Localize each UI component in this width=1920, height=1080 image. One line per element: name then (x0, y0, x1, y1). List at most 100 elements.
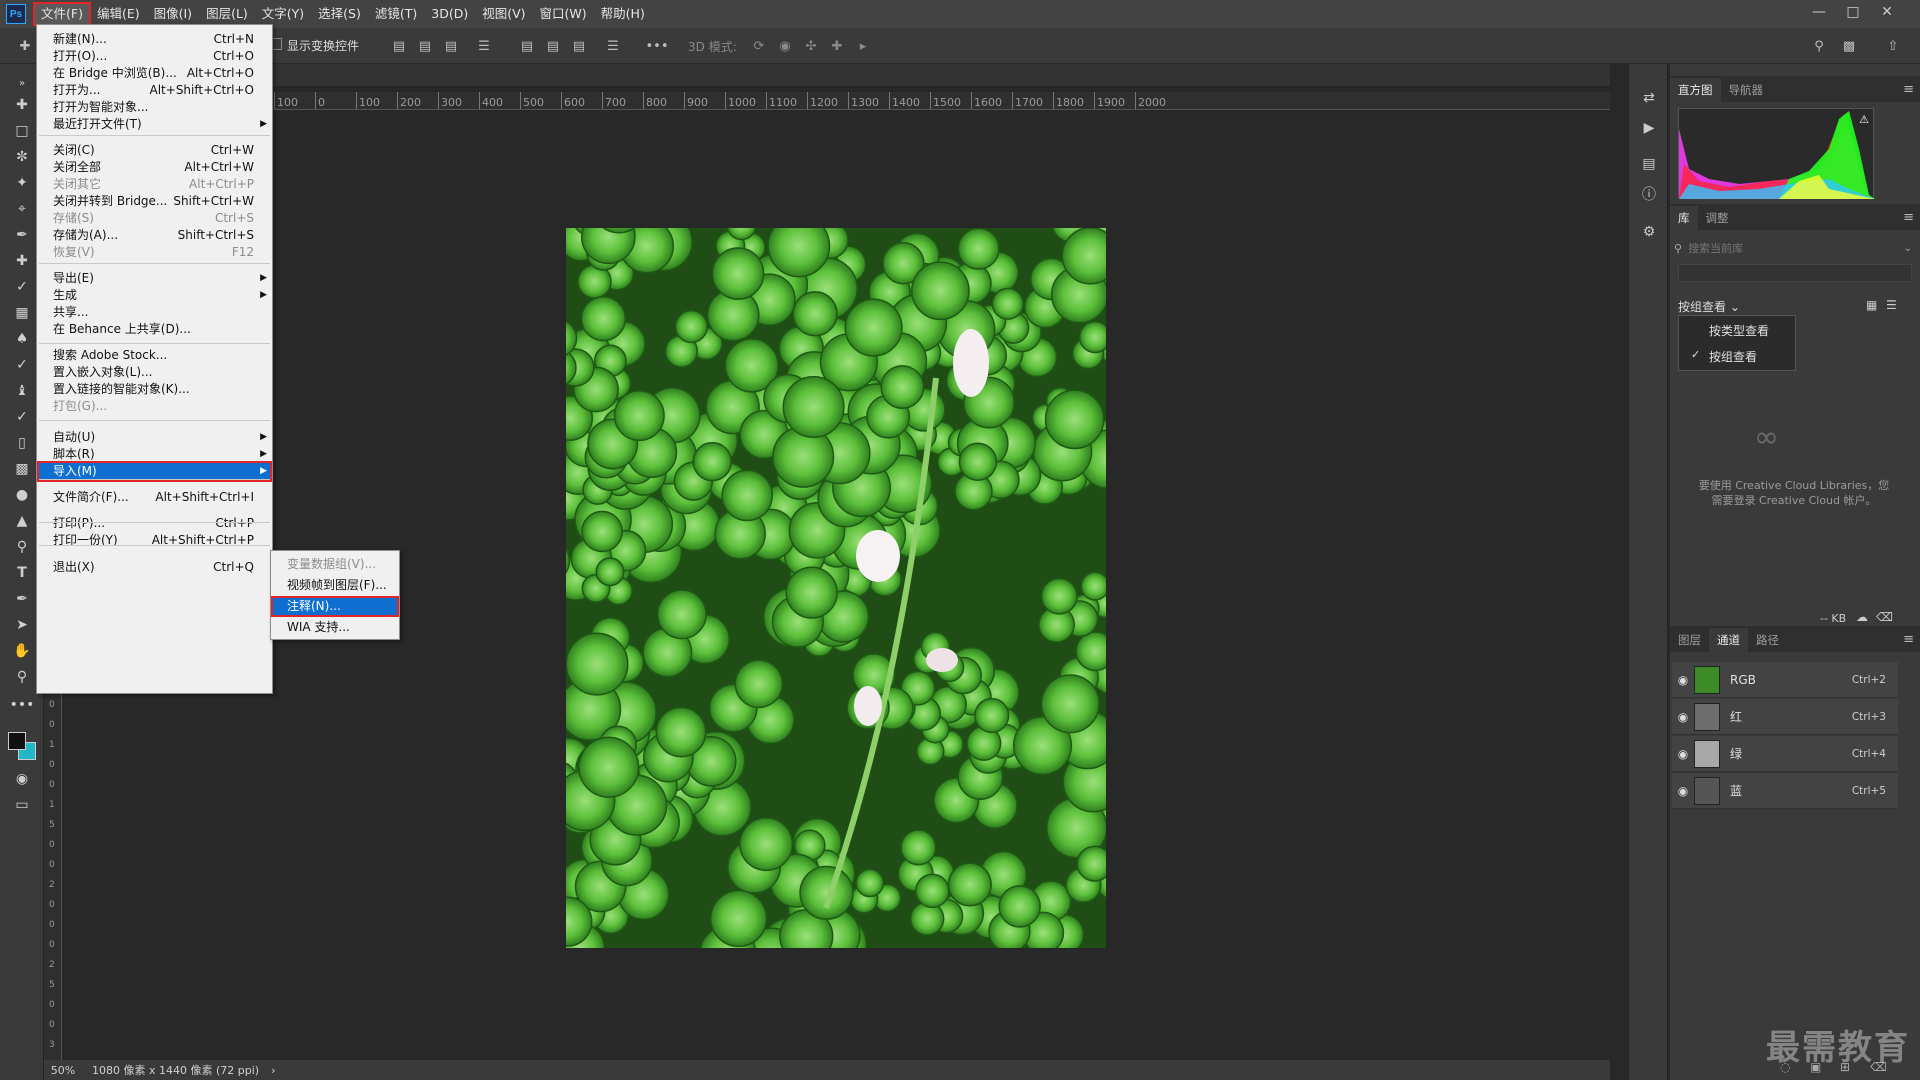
view-by-dropdown[interactable]: 按组查看 ⌄ (1678, 298, 1740, 315)
history-icon[interactable]: ⇄ (1639, 88, 1659, 108)
trash-icon[interactable]: ⌫ (1876, 610, 1893, 624)
library-menu-icon[interactable]: ≡ (1903, 210, 1914, 225)
library-search-input[interactable] (1688, 241, 1904, 255)
zoom-level[interactable]: 50% (44, 1064, 82, 1077)
cloud-sync-icon[interactable]: ☁ (1856, 610, 1868, 624)
gradient-tool-icon[interactable]: ▩ (11, 458, 33, 480)
view-option-by-type[interactable]: 按类型查看 (1709, 322, 1769, 339)
hand-tool-icon[interactable]: ✋ (11, 640, 33, 662)
channel-row-blue[interactable]: ◉ 蓝 Ctrl+5 (1672, 773, 1898, 809)
layers-menu-icon[interactable]: ≡ (1903, 632, 1914, 647)
channel-row-red[interactable]: ◉ 红 Ctrl+3 (1672, 699, 1898, 735)
visibility-eye-icon[interactable]: ◉ (1672, 747, 1694, 761)
move-tool-icon[interactable]: ✚ (16, 37, 34, 55)
visibility-eye-icon[interactable]: ◉ (1672, 784, 1694, 798)
distribute-vertical-icon[interactable]: ☰ (604, 37, 622, 55)
visibility-eye-icon[interactable]: ◉ (1672, 673, 1694, 687)
import-submenu-item[interactable]: WIA 支持... (271, 617, 399, 638)
frame-tool-icon[interactable]: ▦ (11, 302, 33, 324)
pen-tool-icon[interactable]: ✒ (11, 588, 33, 610)
align-middle-icon[interactable]: ▤ (544, 37, 562, 55)
tab-paths[interactable]: 路径 (1748, 628, 1787, 652)
file-menu-item[interactable]: 最近打开文件(T) ▶ (37, 114, 272, 135)
menu-edit[interactable]: 编辑(E) (90, 3, 147, 25)
minimize-icon[interactable]: — (1802, 0, 1836, 24)
channel-row-rgb[interactable]: ◉ RGB Ctrl+2 (1672, 662, 1898, 698)
eyedropper-icon[interactable]: ✒ (11, 224, 33, 246)
move-tool-icon[interactable]: ✚ (11, 94, 33, 116)
tab-layers[interactable]: 图层 (1670, 628, 1709, 652)
foreground-color-swatch[interactable] (8, 732, 26, 750)
blur-tool-icon[interactable]: ● (11, 484, 33, 506)
history-brush-icon[interactable]: ✓ (11, 354, 33, 376)
tab-channels[interactable]: 通道 (1709, 628, 1748, 652)
tab-navigator[interactable]: 导航器 (1721, 78, 1772, 102)
search-icon[interactable]: ⚲ (1810, 37, 1828, 55)
type-tool-icon[interactable]: T (11, 562, 33, 584)
menu-file[interactable]: 文件(F) (33, 2, 91, 26)
visibility-eye-icon[interactable]: ◉ (1672, 710, 1694, 724)
brush-tool-icon[interactable]: ✓ (11, 276, 33, 298)
libraries-icon[interactable]: ⚙ (1639, 222, 1659, 242)
tab-libraries[interactable]: 库 (1670, 206, 1698, 230)
more-tools-icon[interactable]: ••• (10, 694, 35, 716)
zoom-tool-icon[interactable]: ⚲ (11, 666, 33, 688)
path-selection-icon[interactable]: ➤ (11, 614, 33, 636)
file-menu-item[interactable]: 打印一份(Y) Alt+Shift+Ctrl+P (37, 530, 272, 551)
eraser-icon[interactable]: ▯ (11, 432, 33, 454)
import-submenu-item[interactable]: 注释(N)... (271, 596, 399, 617)
menu-image[interactable]: 图像(I) (147, 3, 199, 25)
collapse-toolbar-icon[interactable]: » (11, 72, 33, 94)
menu-window[interactable]: 窗口(W) (533, 3, 594, 25)
tab-adjustments[interactable]: 调整 (1698, 206, 1737, 230)
workspace-icon[interactable]: ▩ (1840, 37, 1858, 55)
list-view-icon[interactable]: ☰ (1886, 298, 1897, 312)
import-submenu-item[interactable]: 视频帧到图层(F)... (271, 575, 399, 596)
more-options-icon[interactable]: ••• (646, 37, 669, 55)
maximize-icon[interactable]: □ (1836, 0, 1870, 24)
file-menu-item[interactable]: 文件简介(F)... Alt+Shift+Ctrl+I (37, 487, 272, 508)
3d-orbit-icon[interactable]: ⟳ (750, 37, 768, 55)
align-bottom-icon[interactable]: ▤ (570, 37, 588, 55)
chevron-down-icon[interactable]: ⌄ (1904, 243, 1912, 254)
crop-tool-icon[interactable]: ⌖ (11, 198, 33, 220)
menu-layer[interactable]: 图层(L) (199, 3, 255, 25)
menu-filter[interactable]: 滤镜(T) (368, 3, 424, 25)
close-icon[interactable]: ✕ (1870, 0, 1904, 24)
align-center-icon[interactable]: ▤ (416, 37, 434, 55)
3d-roll-icon[interactable]: ◉ (776, 37, 794, 55)
menu-view[interactable]: 视图(V) (475, 3, 532, 25)
art-history-icon[interactable]: ✓ (11, 406, 33, 428)
warning-icon[interactable]: ⚠ (1859, 113, 1869, 126)
info-icon[interactable]: ⓘ (1639, 184, 1659, 204)
channel-row-green[interactable]: ◉ 绿 Ctrl+4 (1672, 736, 1898, 772)
file-menu-item[interactable]: 退出(X) Ctrl+Q (37, 557, 272, 578)
marquee-tool-icon[interactable]: □ (11, 120, 33, 142)
status-expand-icon[interactable]: › (271, 1064, 275, 1077)
quick-mask-icon[interactable]: ◉ (11, 768, 33, 790)
menu-3d[interactable]: 3D(D) (424, 3, 475, 25)
3d-camera-icon[interactable]: ▸ (854, 37, 872, 55)
grid-view-icon[interactable]: ▦ (1866, 298, 1877, 312)
tab-histogram[interactable]: 直方图 (1670, 78, 1721, 102)
magic-wand-icon[interactable]: ✦ (11, 172, 33, 194)
view-option-by-group[interactable]: 按组查看 (1709, 348, 1757, 365)
library-select[interactable] (1678, 264, 1912, 282)
align-right-icon[interactable]: ▤ (442, 37, 460, 55)
properties-icon[interactable]: ▤ (1639, 154, 1659, 174)
library-search[interactable]: ⚲ ⌄ (1674, 238, 1912, 258)
actions-play-icon[interactable]: ▶ (1639, 118, 1659, 138)
dodge-tool-icon[interactable]: ⚲ (11, 536, 33, 558)
3d-slide-icon[interactable]: ✚ (828, 37, 846, 55)
clone-stamp-icon[interactable]: ♠ (11, 328, 33, 350)
align-left-icon[interactable]: ▤ (390, 37, 408, 55)
share-icon[interactable]: ⇧ (1884, 37, 1902, 55)
menu-help[interactable]: 帮助(H) (594, 3, 652, 25)
screen-mode-icon[interactable]: ▭ (11, 794, 33, 816)
menu-type[interactable]: 文字(Y) (255, 3, 311, 25)
stamp-icon[interactable]: ♝ (11, 380, 33, 402)
sharpen-icon[interactable]: ▲ (11, 510, 33, 532)
align-top-icon[interactable]: ▤ (518, 37, 536, 55)
healing-brush-icon[interactable]: ✚ (11, 250, 33, 272)
menu-select[interactable]: 选择(S) (311, 3, 368, 25)
